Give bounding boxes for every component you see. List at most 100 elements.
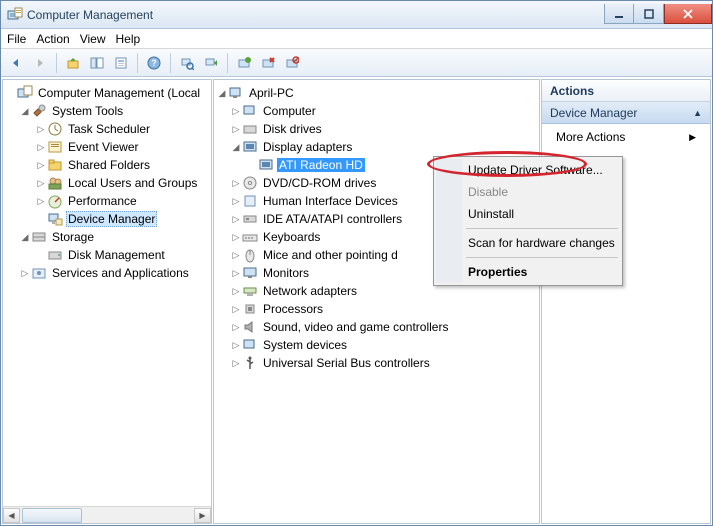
expand-icon[interactable]: ▷ [230, 268, 242, 279]
console-tree[interactable]: Computer Management (Local ◢System Tools… [3, 80, 211, 506]
ctx-scan[interactable]: Scan for hardware changes [436, 232, 620, 254]
actions-more[interactable]: More Actions ▶ [542, 124, 710, 150]
app-icon [7, 7, 23, 23]
expand-icon[interactable]: ▷ [230, 304, 242, 315]
context-separator [466, 228, 618, 229]
device-tree-pane: ◢April-PC ▷Computer ▷Disk drives ◢Displa… [213, 79, 540, 524]
menu-help[interactable]: Help [116, 32, 141, 46]
expand-icon[interactable]: ▷ [230, 250, 242, 261]
collapse-icon[interactable]: ◢ [19, 106, 31, 117]
expand-icon[interactable]: ▷ [230, 124, 242, 135]
help-button[interactable]: ? [143, 52, 165, 74]
expand-icon[interactable]: ▷ [230, 214, 242, 225]
device-root[interactable]: ◢April-PC [216, 84, 537, 102]
ctx-uninstall[interactable]: Uninstall [436, 203, 620, 225]
expand-icon[interactable]: ▷ [230, 196, 242, 207]
toolbar-separator [170, 53, 171, 73]
collapse-icon[interactable]: ◢ [19, 232, 31, 243]
scroll-right-arrow[interactable]: ▶ [194, 508, 211, 523]
computer-management-window: Computer Management File Action View Hel… [0, 0, 713, 526]
context-menu: Update Driver Software... Disable Uninst… [433, 156, 623, 286]
expand-icon[interactable]: ▷ [35, 196, 47, 207]
scan-hardware-button[interactable] [176, 52, 198, 74]
monitor-icon [242, 265, 258, 281]
menubar: File Action View Help [1, 29, 712, 49]
dvd-icon [242, 175, 258, 191]
clock-icon [47, 121, 63, 137]
device-category-computer[interactable]: ▷Computer [216, 102, 537, 120]
ctx-disable[interactable]: Disable [436, 181, 620, 203]
tree-item-performance[interactable]: ▷Performance [5, 192, 209, 210]
device-category-display[interactable]: ◢Display adapters [216, 138, 537, 156]
tree-item-event-viewer[interactable]: ▷Event Viewer [5, 138, 209, 156]
tree-item-local-users[interactable]: ▷Local Users and Groups [5, 174, 209, 192]
sound-icon [242, 319, 258, 335]
context-separator [466, 257, 618, 258]
device-category-disk-drives[interactable]: ▷Disk drives [216, 120, 537, 138]
expand-icon[interactable]: ▷ [230, 106, 242, 117]
tree-item-root[interactable]: Computer Management (Local [5, 84, 209, 102]
performance-icon [47, 193, 63, 209]
minimize-button[interactable] [604, 4, 634, 24]
disk-icon [47, 247, 63, 263]
actions-more-label: More Actions [556, 130, 625, 144]
tree-item-storage[interactable]: ◢Storage [5, 228, 209, 246]
toolbar: ? [1, 49, 712, 77]
ctx-update-driver[interactable]: Update Driver Software... [436, 159, 620, 181]
expand-icon[interactable]: ▷ [230, 322, 242, 333]
titlebar: Computer Management [1, 1, 712, 29]
expand-icon[interactable]: ▷ [230, 178, 242, 189]
tree-item-system-tools[interactable]: ◢System Tools [5, 102, 209, 120]
ctx-properties[interactable]: Properties [436, 261, 620, 283]
device-category-sound[interactable]: ▷Sound, video and game controllers [216, 318, 537, 336]
disable-button[interactable] [281, 52, 303, 74]
show-hide-tree-button[interactable] [86, 52, 108, 74]
mouse-icon [242, 247, 258, 263]
scroll-thumb[interactable] [22, 508, 82, 523]
properties-button[interactable] [110, 52, 132, 74]
menu-action[interactable]: Action [36, 32, 69, 46]
mgmt-icon [17, 85, 33, 101]
users-icon [47, 175, 63, 191]
console-tree-pane: Computer Management (Local ◢System Tools… [2, 79, 212, 524]
close-button[interactable] [664, 4, 712, 24]
tree-item-shared-folders[interactable]: ▷Shared Folders [5, 156, 209, 174]
actions-section[interactable]: Device Manager ▲ [542, 102, 710, 124]
expand-icon[interactable]: ▷ [35, 178, 47, 189]
enable-button[interactable] [233, 52, 255, 74]
body: Computer Management (Local ◢System Tools… [1, 77, 712, 525]
actions-pane: Actions Device Manager ▲ More Actions ▶ [541, 79, 711, 524]
tree-item-task-scheduler[interactable]: ▷Task Scheduler [5, 120, 209, 138]
device-category-usb[interactable]: ▷Universal Serial Bus controllers [216, 354, 537, 372]
up-folder-button[interactable] [62, 52, 84, 74]
usb-icon [242, 355, 258, 371]
expand-icon[interactable]: ▷ [230, 358, 242, 369]
tree-item-services[interactable]: ▷Services and Applications [5, 264, 209, 282]
expand-icon[interactable]: ▷ [35, 160, 47, 171]
collapse-icon[interactable]: ◢ [230, 142, 242, 153]
device-tree[interactable]: ◢April-PC ▷Computer ▷Disk drives ◢Displa… [214, 80, 539, 523]
maximize-button[interactable] [634, 4, 664, 24]
services-icon [31, 265, 47, 281]
expand-icon[interactable]: ▷ [35, 142, 47, 153]
tree-item-device-manager[interactable]: Device Manager [5, 210, 209, 228]
update-driver-button[interactable] [200, 52, 222, 74]
forward-button[interactable] [29, 52, 51, 74]
expand-icon[interactable]: ▷ [230, 286, 242, 297]
network-icon [242, 283, 258, 299]
tree-item-disk-management[interactable]: Disk Management [5, 246, 209, 264]
left-scrollbar[interactable]: ◀ ▶ [3, 506, 211, 523]
expand-icon[interactable]: ▷ [35, 124, 47, 135]
expand-icon[interactable]: ▷ [230, 232, 242, 243]
collapse-icon[interactable]: ◢ [216, 88, 228, 99]
back-button[interactable] [5, 52, 27, 74]
device-category-processors[interactable]: ▷Processors [216, 300, 537, 318]
menu-view[interactable]: View [80, 32, 106, 46]
toolbar-separator [137, 53, 138, 73]
expand-icon[interactable]: ▷ [230, 340, 242, 351]
scroll-left-arrow[interactable]: ◀ [3, 508, 20, 523]
device-category-system-devices[interactable]: ▷System devices [216, 336, 537, 354]
uninstall-button[interactable] [257, 52, 279, 74]
menu-file[interactable]: File [7, 32, 26, 46]
expand-icon[interactable]: ▷ [19, 268, 31, 279]
